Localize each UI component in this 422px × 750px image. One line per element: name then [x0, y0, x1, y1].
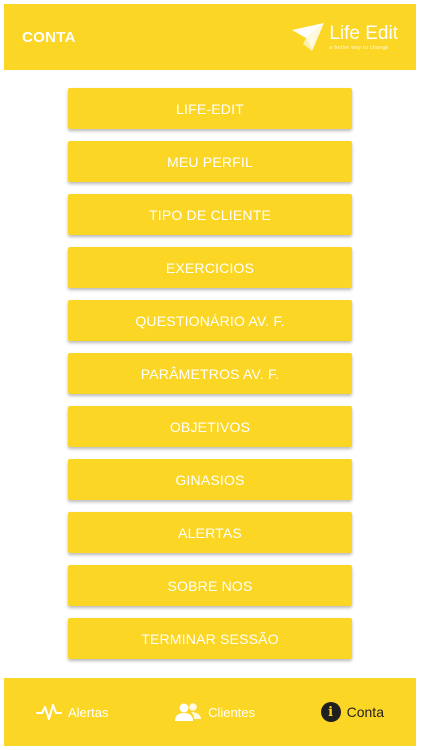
logout-button[interactable]: TERMINAR SESSÃO	[68, 618, 352, 659]
life-edit-button[interactable]: LIFE-EDIT	[68, 88, 352, 129]
my-profile-button[interactable]: MEU PERFIL	[68, 141, 352, 182]
about-button[interactable]: SOBRE NOS	[68, 565, 352, 606]
exercises-button[interactable]: EXERCICIOS	[68, 247, 352, 288]
alerts-button[interactable]: ALERTAS	[68, 512, 352, 553]
nav-clients-label: Clientes	[208, 704, 256, 720]
nav-account[interactable]: i Conta	[320, 702, 384, 722]
nav-account-label: Conta	[346, 704, 384, 720]
logo-name: Life Edit	[329, 22, 398, 44]
nav-clients[interactable]: Clientes	[174, 702, 255, 722]
info-icon: i	[320, 702, 341, 722]
questionnaire-button[interactable]: QUESTIONÁRIO AV. F.	[68, 300, 352, 341]
parameters-button[interactable]: PARÂMETROS AV. F.	[68, 353, 352, 394]
objectives-button[interactable]: OBJETIVOS	[68, 406, 352, 447]
app-header: CONTA Life Edit a better way to change	[4, 4, 416, 70]
gyms-button[interactable]: GINASIOS	[68, 459, 352, 500]
logo-tagline: a better way to change	[329, 44, 389, 51]
page-title: CONTA	[22, 28, 76, 46]
paper-plane-icon	[292, 23, 325, 51]
bottom-nav: Alertas Clientes i Conta	[4, 678, 416, 746]
heartbeat-icon	[36, 704, 62, 720]
account-menu: LIFE-EDIT MEU PERFIL TIPO DE CLIENTE EXE…	[68, 88, 352, 659]
life-edit-logo: Life Edit a better way to change	[291, 22, 398, 52]
client-type-button[interactable]: TIPO DE CLIENTE	[68, 194, 352, 235]
nav-alerts[interactable]: Alertas	[36, 702, 108, 722]
users-icon	[175, 703, 202, 721]
nav-alerts-label: Alertas	[68, 704, 109, 720]
